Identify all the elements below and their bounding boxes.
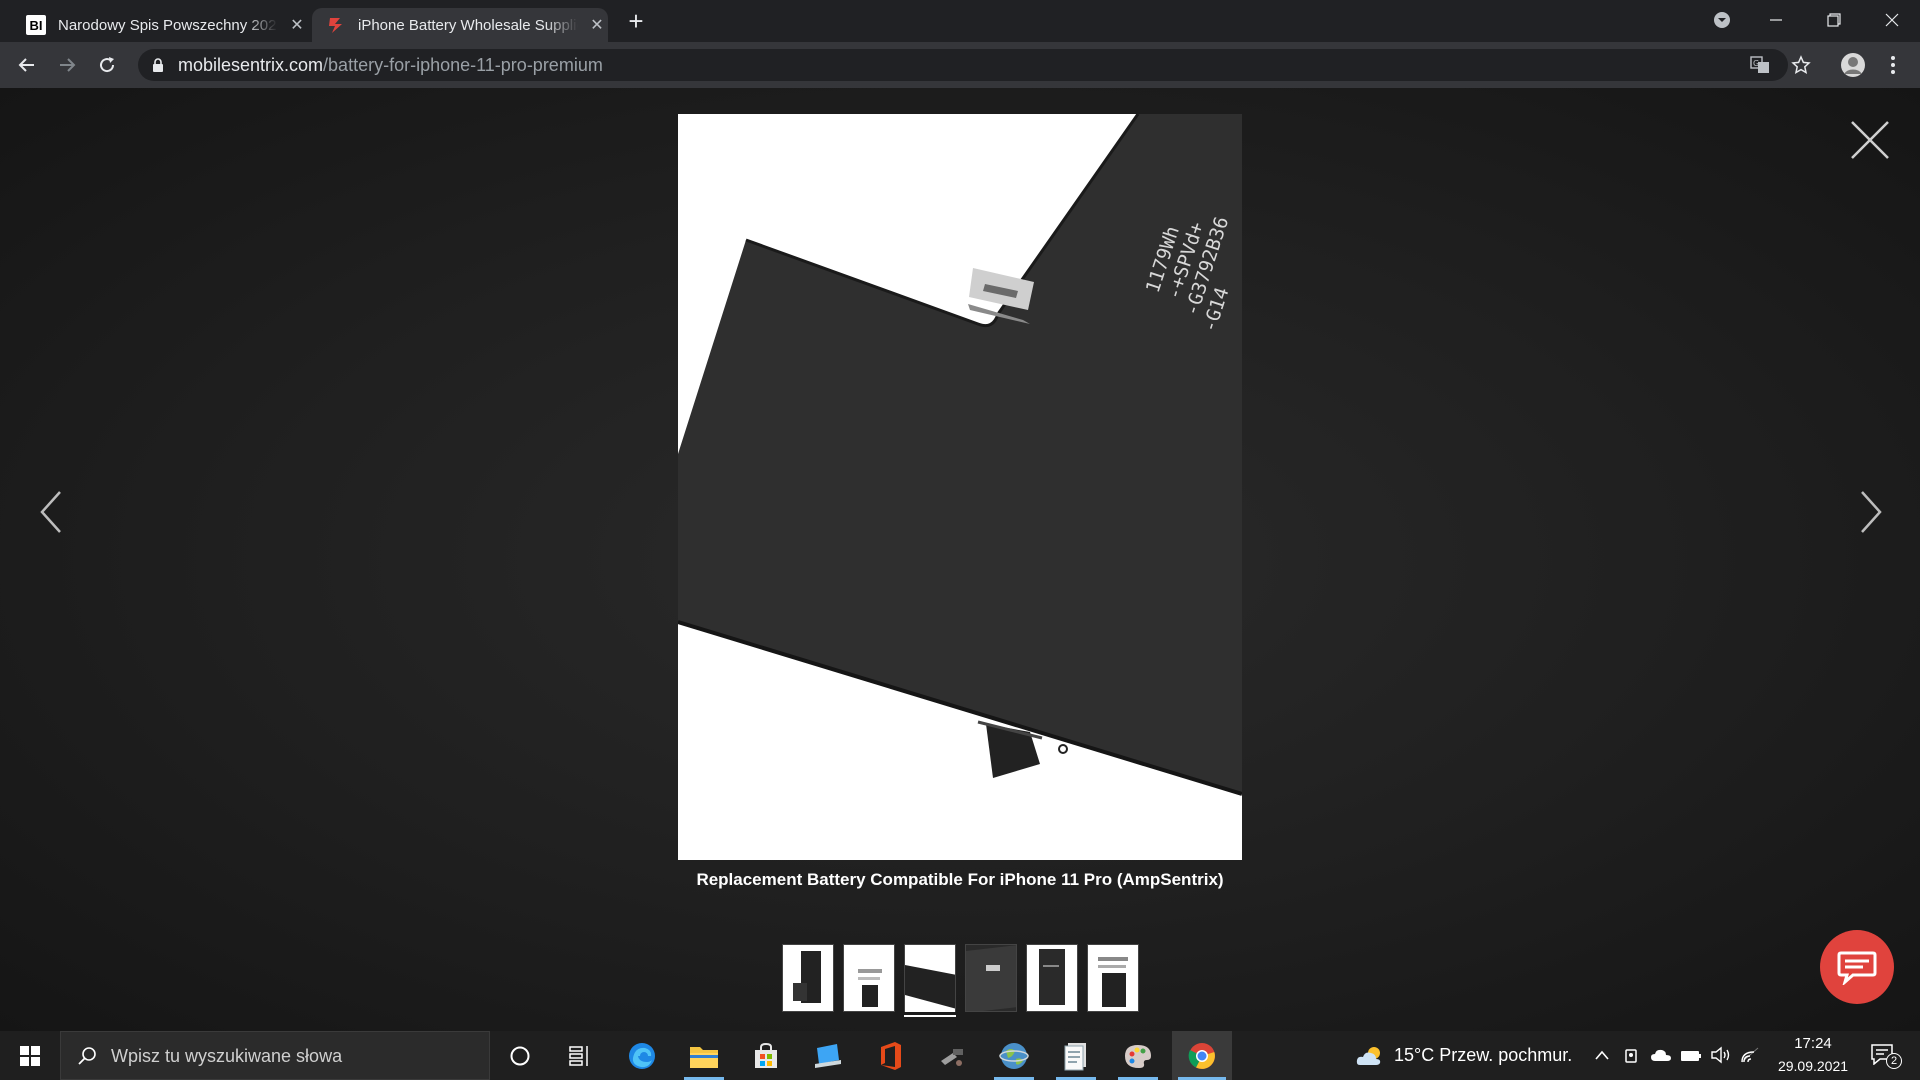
minimize-button[interactable] <box>1748 0 1804 40</box>
url-text: mobilesentrix.com/battery-for-iphone-11-… <box>178 55 603 76</box>
close-icon <box>1885 13 1899 27</box>
cloud-sun-icon <box>1356 1046 1381 1065</box>
tab-title: iPhone Battery Wholesale Supplier <box>358 16 578 34</box>
taskbar-search-box[interactable]: Wpisz tu wyszukiwane słowa <box>60 1031 490 1080</box>
forward-button[interactable] <box>54 52 80 78</box>
tab-narodowy-spis[interactable]: BI Narodowy Spis Powszechny 2021 ✕ <box>14 8 310 42</box>
thumbnail-strip <box>782 944 1148 1014</box>
profile-avatar-button[interactable] <box>1840 52 1866 78</box>
next-image-button[interactable] <box>1850 482 1890 542</box>
edge-icon <box>629 1042 655 1069</box>
meet-now-icon[interactable] <box>1624 1046 1640 1064</box>
chat-bubble-icon <box>1837 951 1877 985</box>
wifi-icon[interactable] <box>1740 1046 1760 1064</box>
arrow-right-icon <box>60 58 76 72</box>
chevron-down-circle-icon <box>1714 12 1730 28</box>
minimize-icon <box>1770 19 1782 21</box>
restore-button[interactable] <box>1806 0 1862 40</box>
url-path: /battery-for-iphone-11-pro-premium <box>323 55 603 75</box>
battery-photo: 1179Wh -+SPVd+ -G3792B36 -G14 <box>678 114 1242 860</box>
taskbar-app-utility[interactable] <box>924 1031 980 1080</box>
taskbar-app-paint[interactable] <box>1110 1031 1166 1080</box>
chrome-menu-button[interactable] <box>1880 52 1906 78</box>
more-vert-icon <box>1891 56 1895 74</box>
task-view-button[interactable] <box>552 1031 608 1080</box>
bi-favicon-icon: BI <box>26 15 46 35</box>
search-icon <box>78 1047 96 1065</box>
cortana-button[interactable] <box>492 1031 548 1080</box>
url-domain: mobilesentrix.com <box>178 55 324 75</box>
tab-iphone-battery[interactable]: iPhone Battery Wholesale Supplier ✕ <box>312 8 608 42</box>
image-caption: Replacement Battery Compatible For iPhon… <box>696 870 1224 889</box>
close-window-button[interactable] <box>1864 0 1920 40</box>
thumbnail-4[interactable] <box>965 944 1017 1012</box>
battery-icon[interactable] <box>1680 1049 1702 1063</box>
close-tab-icon[interactable]: ✕ <box>588 15 606 35</box>
new-tab-button[interactable]: + <box>624 6 648 37</box>
restore-icon <box>1827 13 1841 27</box>
taskbar-app-documents[interactable] <box>1048 1031 1104 1080</box>
weather-widget[interactable]: 15°C Przew. pochmur. <box>1356 1031 1572 1080</box>
tab-search-button[interactable] <box>1694 0 1750 40</box>
taskbar-app-remote-desktop[interactable] <box>800 1031 856 1080</box>
avatar-icon <box>1841 53 1865 77</box>
thumbnail-3[interactable] <box>904 944 956 1012</box>
image-lightbox: 1179Wh -+SPVd+ -G3792B36 -G14 Replacemen… <box>0 88 1920 1031</box>
chrome-icon <box>1188 1042 1215 1069</box>
document-icon <box>1064 1042 1086 1070</box>
tab-strip: BI Narodowy Spis Powszechny 2021 ✕ iPhon… <box>0 0 1920 42</box>
address-bar[interactable]: mobilesentrix.com/battery-for-iphone-11-… <box>138 49 1788 81</box>
active-thumbnail-indicator <box>904 1015 956 1017</box>
palette-icon <box>1125 1044 1151 1068</box>
onedrive-cloud-icon[interactable] <box>1650 1047 1672 1063</box>
chevron-up-icon[interactable] <box>1594 1048 1610 1062</box>
svg-text:G: G <box>1753 59 1759 68</box>
close-tab-icon[interactable]: ✕ <box>288 15 306 35</box>
taskbar-app-globe[interactable] <box>986 1031 1042 1080</box>
arrow-left-icon <box>18 58 34 72</box>
thumbnail-5[interactable] <box>1026 944 1078 1012</box>
taskbar-app-office[interactable] <box>862 1031 918 1080</box>
clock-time: 17:24 <box>1794 1035 1832 1052</box>
translate-icon[interactable]: G <box>1750 55 1770 75</box>
tool-icon <box>941 1048 963 1066</box>
notification-count-badge: 2 <box>1886 1053 1902 1069</box>
windows-taskbar: Wpisz tu wyszukiwane słowa 15°C Przew. p… <box>0 1031 1920 1080</box>
tab-title: Narodowy Spis Powszechny 2021 <box>58 16 278 34</box>
previous-image-button[interactable] <box>32 482 72 542</box>
taskbar-app-edge[interactable] <box>614 1031 670 1080</box>
folder-icon <box>690 1046 718 1068</box>
taskbar-app-file-explorer[interactable] <box>676 1031 732 1080</box>
store-bag-icon <box>755 1042 777 1068</box>
thumbnail-1[interactable] <box>782 944 834 1012</box>
system-clock[interactable]: 17:24 29.09.2021 <box>1768 1035 1858 1074</box>
volume-icon[interactable] <box>1710 1046 1732 1064</box>
product-image: 1179Wh -+SPVd+ -G3792B36 -G14 <box>678 114 1242 860</box>
bookmark-star-button[interactable] <box>1788 52 1814 78</box>
office-icon <box>881 1041 901 1070</box>
task-view-icon <box>569 1045 588 1066</box>
reload-icon <box>100 57 115 73</box>
remote-desktop-icon <box>815 1043 841 1068</box>
live-chat-button[interactable] <box>1820 930 1894 1004</box>
globe-icon <box>999 1042 1029 1069</box>
windows-logo-icon <box>20 1045 40 1066</box>
clock-date: 29.09.2021 <box>1777 1058 1849 1074</box>
weather-text: 15°C Przew. pochmur. <box>1394 1045 1573 1065</box>
back-button[interactable] <box>14 52 40 78</box>
close-lightbox-icon[interactable] <box>1848 118 1892 162</box>
thumbnail-2[interactable] <box>843 944 895 1012</box>
thumbnail-6[interactable] <box>1087 944 1139 1012</box>
browser-toolbar: mobilesentrix.com/battery-for-iphone-11-… <box>0 42 1920 88</box>
lock-icon <box>153 58 163 72</box>
start-button[interactable] <box>0 1031 60 1080</box>
cortana-circle-icon <box>510 1046 530 1065</box>
star-icon <box>1791 55 1811 74</box>
taskbar-app-chrome[interactable] <box>1172 1031 1232 1080</box>
action-center-button[interactable]: 2 <box>1866 1041 1906 1071</box>
reload-button[interactable] <box>94 52 120 78</box>
taskbar-app-store[interactable] <box>738 1031 794 1080</box>
search-placeholder: Wpisz tu wyszukiwane słowa <box>111 1046 343 1066</box>
mobilesentrix-favicon-icon <box>329 18 342 33</box>
